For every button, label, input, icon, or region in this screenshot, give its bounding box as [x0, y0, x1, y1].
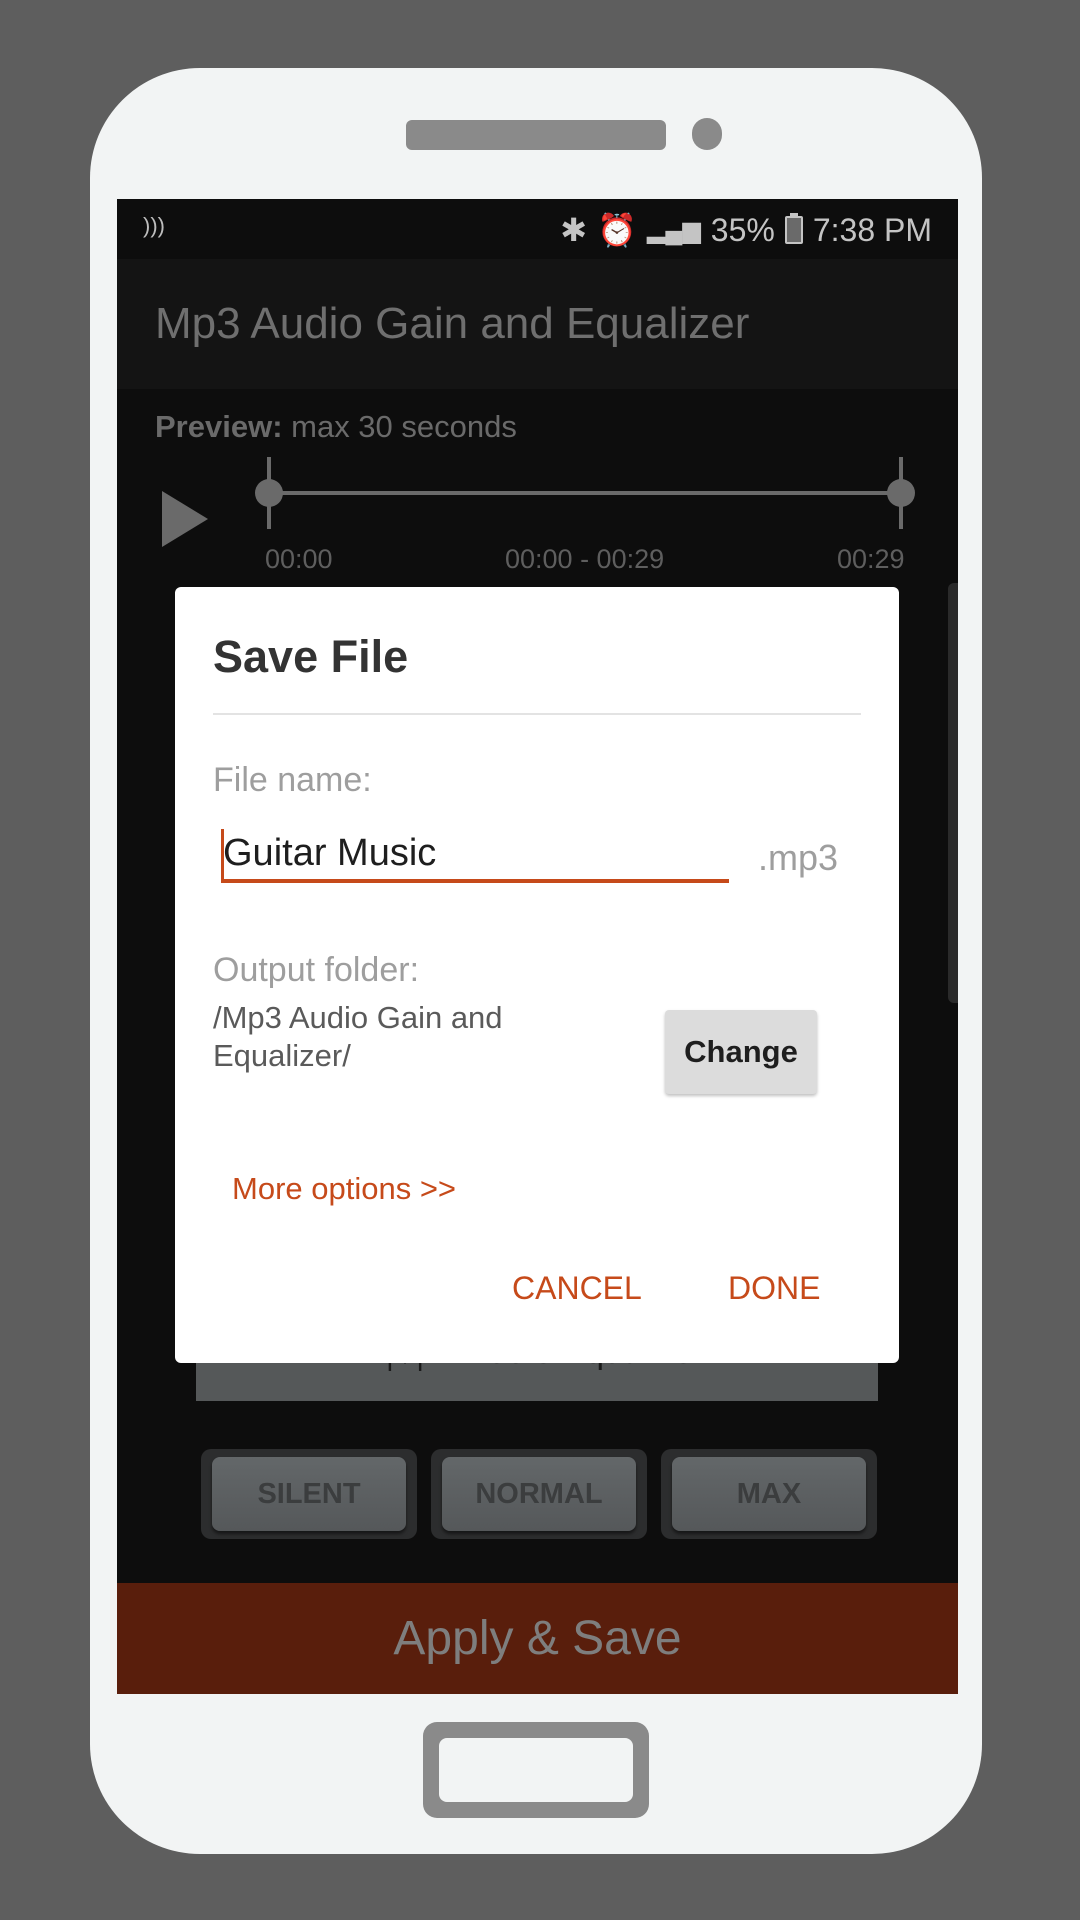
preset-silent-button[interactable]: SILENT [212, 1457, 406, 1531]
app-bar: Mp3 Audio Gain and Equalizer [117, 259, 958, 389]
preset-normal-wrap: NORMAL [431, 1449, 647, 1539]
battery-icon [784, 213, 803, 244]
clock: 7:38 PM [812, 211, 932, 248]
preset-max-button[interactable]: MAX [672, 1457, 866, 1531]
battery-percent: 35% [710, 211, 775, 248]
more-options-link[interactable]: More options >> [232, 1171, 456, 1207]
preset-buttons: SILENT NORMAL MAX [201, 1449, 877, 1539]
signal-icon: ▂▄▆ [646, 216, 701, 244]
done-button[interactable]: DONE [728, 1270, 820, 1307]
file-name-input[interactable] [221, 827, 729, 883]
preview-label: Preview: max 30 seconds [155, 409, 517, 445]
output-folder-label: Output folder: [213, 951, 420, 989]
range-end-handle[interactable] [887, 479, 915, 507]
dialog-title: Save File [213, 631, 409, 682]
range-start-handle[interactable] [255, 479, 283, 507]
preview-label-bold: Preview: [155, 409, 283, 444]
preset-silent-wrap: SILENT [201, 1449, 417, 1539]
dialog-divider [213, 713, 861, 715]
home-button[interactable] [423, 1722, 649, 1818]
play-icon[interactable] [162, 491, 208, 547]
preset-max-wrap: MAX [661, 1449, 877, 1539]
preview-label-rest: max 30 seconds [282, 409, 517, 444]
preview-range-track[interactable] [268, 491, 900, 495]
file-extension: .mp3 [758, 837, 839, 878]
start-time: 00:00 [265, 544, 333, 574]
nfc-icon: ))) [143, 213, 165, 238]
end-time: 00:29 [837, 544, 905, 574]
bluetooth-icon: ✱ [560, 212, 588, 248]
alarm-icon: ⏰ [597, 212, 637, 248]
change-folder-button[interactable]: Change [665, 1010, 817, 1094]
scrollbar[interactable] [948, 583, 958, 1003]
status-icons: ✱ ⏰ ▂▄▆ 35% 7:38 PM [560, 211, 932, 249]
status-bar: ))) ✱ ⏰ ▂▄▆ 35% 7:38 PM [117, 199, 958, 259]
range-time: 00:00 - 00:29 [505, 544, 665, 574]
text-caret [221, 829, 224, 881]
save-file-dialog: Save File File name: .mp3 Output folder:… [175, 587, 899, 1363]
phone-camera [692, 118, 722, 150]
output-folder-path: /Mp3 Audio Gain and Equalizer/ [213, 1000, 503, 1073]
home-button-inner [439, 1738, 633, 1802]
file-name-label: File name: [213, 761, 372, 799]
apply-save-button[interactable]: Apply & Save [117, 1583, 958, 1694]
cancel-button[interactable]: CANCEL [512, 1270, 642, 1307]
app-title: Mp3 Audio Gain and Equalizer [155, 299, 750, 348]
phone-speaker [406, 120, 666, 150]
preset-normal-button[interactable]: NORMAL [442, 1457, 636, 1531]
